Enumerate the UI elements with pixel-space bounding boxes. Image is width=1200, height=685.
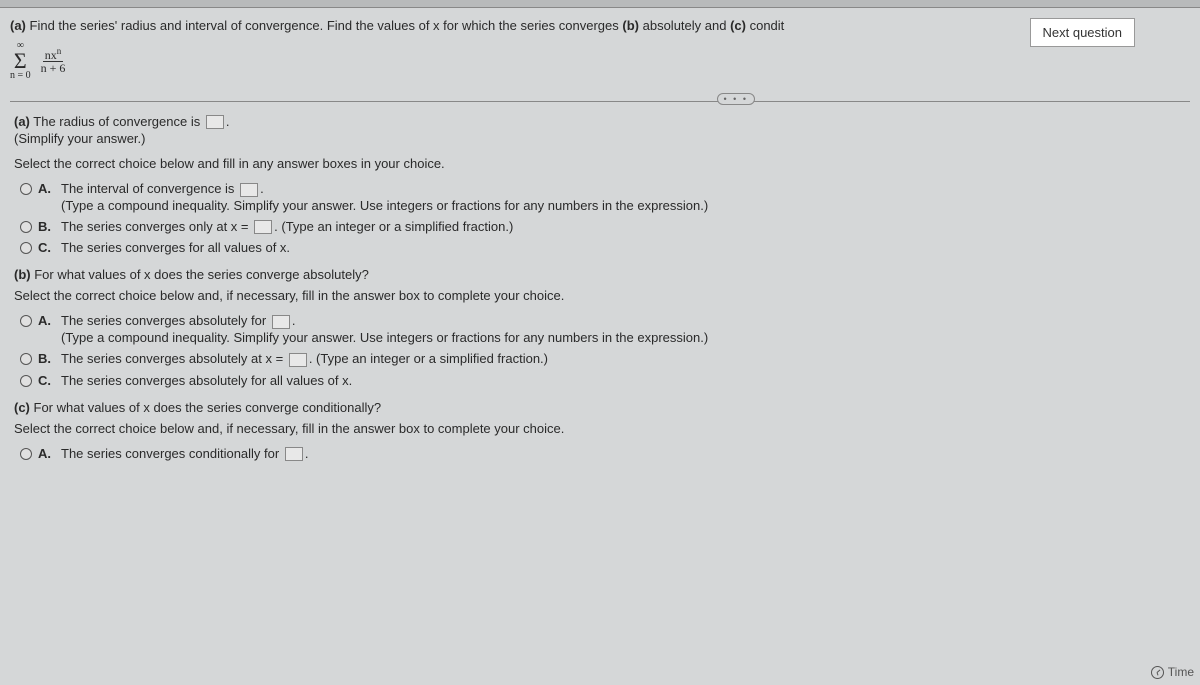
radio-a-A[interactable] — [20, 183, 32, 195]
radio-b-C[interactable] — [20, 375, 32, 387]
sigma-lower-limit: n = 0 — [10, 71, 31, 81]
part-c-instruction: Select the correct choice below and, if … — [14, 421, 1190, 436]
part-c-choices: A. The series converges conditionally fo… — [14, 446, 1190, 462]
part-c-line1: (c) For what values of x does the series… — [14, 400, 1190, 415]
choice-label: B. — [38, 219, 51, 234]
choice-a-C: C. The series converges for all values o… — [20, 240, 1190, 255]
choice-label: C. — [38, 240, 51, 255]
part-b-choices: A. The series converges absolutely for .… — [14, 313, 1190, 387]
choice-b-A: A. The series converges absolutely for .… — [20, 313, 1190, 345]
prompt-text-2: absolutely and — [643, 18, 727, 33]
choice-a-A: A. The interval of convergence is . (Typ… — [20, 181, 1190, 213]
choice-label: A. — [38, 181, 51, 196]
part-a-choices: A. The interval of convergence is . (Typ… — [14, 181, 1190, 255]
answer-input-interval[interactable] — [240, 183, 258, 197]
part-b-line1: (b) For what values of x does the series… — [14, 267, 1190, 282]
series-formula: ∞ Σ n = 0 nxn n + 6 — [10, 41, 1190, 81]
answer-input-abs-xvalue[interactable] — [289, 353, 307, 367]
radio-b-B[interactable] — [20, 353, 32, 365]
question-prompt: (a) Find the series' radius and interval… — [10, 18, 1190, 33]
part-a-label: (a) — [10, 18, 26, 33]
radio-a-B[interactable] — [20, 221, 32, 233]
question-content: (a) Find the series' radius and interval… — [0, 8, 1200, 461]
sigma-block: ∞ Σ n = 0 — [10, 41, 31, 81]
answer-input-xvalue[interactable] — [254, 220, 272, 234]
choice-b-B: B. The series converges absolutely at x … — [20, 351, 1190, 367]
radio-b-A[interactable] — [20, 315, 32, 327]
choice-b-C: C. The series converges absolutely for a… — [20, 373, 1190, 388]
part-b-instruction: Select the correct choice below and, if … — [14, 288, 1190, 303]
expand-icon[interactable]: • • • — [717, 93, 755, 105]
choice-a-B: B. The series converges only at x = . (T… — [20, 219, 1190, 235]
answer-input-radius[interactable] — [206, 115, 224, 129]
time-label: Time — [1168, 665, 1194, 679]
window-top-edge — [0, 0, 1200, 8]
radio-c-A[interactable] — [20, 448, 32, 460]
fraction: nxn n + 6 — [39, 47, 68, 74]
part-b-section: (b) For what values of x does the series… — [10, 267, 1190, 387]
part-a-instruction: Select the correct choice below and fill… — [14, 156, 1190, 171]
section-divider: • • • — [10, 101, 1190, 102]
answer-input-abs-interval[interactable] — [272, 315, 290, 329]
choice-label: B. — [38, 351, 51, 366]
radio-a-C[interactable] — [20, 242, 32, 254]
part-c-section: (c) For what values of x does the series… — [10, 400, 1190, 462]
part-a-line1: (a) The radius of convergence is . — [14, 114, 1190, 130]
choice-label: C. — [38, 373, 51, 388]
numerator: nxn — [43, 47, 64, 62]
time-indicator: Time — [1151, 665, 1194, 679]
part-a-section: (a) The radius of convergence is . (Simp… — [10, 114, 1190, 256]
sigma-symbol: Σ — [14, 51, 27, 71]
clock-icon — [1151, 666, 1164, 679]
choice-label: A. — [38, 446, 51, 461]
part-a-line2: (Simplify your answer.) — [14, 131, 1190, 146]
part-b-label: (b) — [622, 18, 639, 33]
answer-input-cond-interval[interactable] — [285, 447, 303, 461]
choice-label: A. — [38, 313, 51, 328]
prompt-text-1: Find the series' radius and interval of … — [30, 18, 619, 33]
part-c-label: (c) — [730, 18, 746, 33]
prompt-text-3: condit — [750, 18, 785, 33]
denominator: n + 6 — [39, 62, 68, 74]
choice-c-A: A. The series converges conditionally fo… — [20, 446, 1190, 462]
